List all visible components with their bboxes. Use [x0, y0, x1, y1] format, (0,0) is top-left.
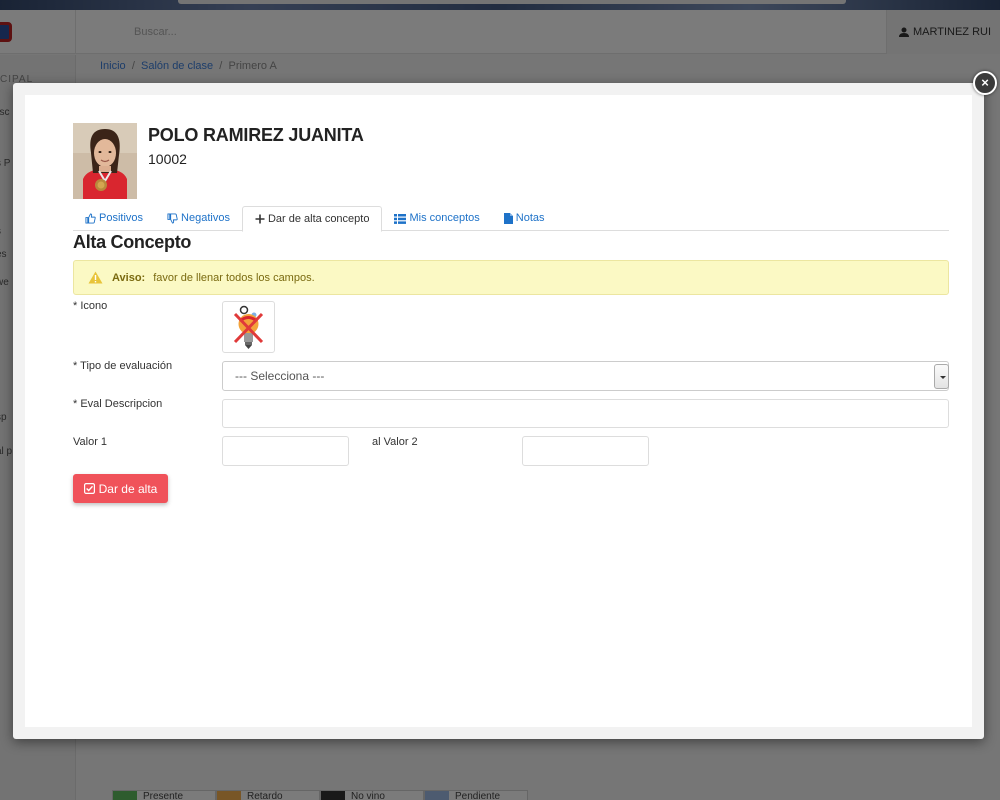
valor1-label: Valor 1: [73, 436, 108, 448]
tab-label: Negativos: [181, 212, 230, 224]
file-icon: [503, 213, 513, 224]
alert-message: favor de llenar todos los campos.: [153, 271, 315, 284]
alert-title: Aviso:: [112, 271, 146, 284]
tipo-evaluacion-select[interactable]: --- Selecciona ---: [222, 361, 949, 391]
valor2-input[interactable]: [522, 436, 649, 466]
thumbs-up-icon: [85, 213, 96, 224]
tab-mis-conceptos[interactable]: Mis conceptos: [382, 206, 491, 231]
warning-icon: [88, 271, 103, 284]
tab-label: Dar de alta concepto: [267, 212, 370, 225]
plus-icon: [255, 214, 265, 224]
close-icon[interactable]: ×: [973, 71, 997, 95]
icon-picker[interactable]: [222, 301, 275, 353]
tab-negativos[interactable]: Negativos: [155, 206, 242, 231]
warning-alert: Aviso: favor de llenar todos los campos.: [73, 260, 949, 295]
chevron-down-icon[interactable]: [934, 364, 949, 389]
eval-descripcion-label: * Eval Descripcion: [73, 398, 163, 410]
section-title: Alta Concepto: [73, 232, 192, 252]
tab-label: Mis conceptos: [409, 212, 480, 224]
student-id: 10002: [148, 151, 187, 167]
tab-label: Notas: [515, 212, 545, 224]
tab-positivos[interactable]: Positivos: [73, 206, 155, 231]
modal-content: POLO RAMIREZ JUANITA 10002 Positivos Neg…: [25, 95, 972, 727]
thumbs-down-icon: [167, 213, 178, 224]
concept-tabs: Positivos Negativos Dar de alta concepto…: [73, 206, 949, 232]
eval-descripcion-input[interactable]: [222, 399, 949, 428]
tab-dar-de-alta-concepto[interactable]: Dar de alta concepto: [241, 206, 383, 232]
concept-bulb-icon: [233, 305, 264, 349]
check-square-icon: [83, 483, 95, 494]
list-icon: [394, 213, 407, 224]
student-modal: POLO RAMIREZ JUANITA 10002 Positivos Neg…: [13, 83, 984, 739]
tipo-evaluacion-value: --- Selecciona ---: [235, 369, 325, 383]
dar-de-alta-button[interactable]: Dar de alta: [73, 474, 168, 503]
tab-notas[interactable]: Notas: [492, 206, 557, 231]
student-photo-image: [73, 123, 137, 199]
tipo-evaluacion-label: * Tipo de evaluación: [73, 360, 173, 372]
valor2-label: al Valor 2: [372, 436, 418, 448]
icon-label: * Icono: [73, 300, 108, 312]
submit-label: Dar de alta: [98, 481, 158, 496]
student-name: POLO RAMIREZ JUANITA: [148, 125, 364, 145]
student-photo: [73, 123, 137, 199]
tab-label: Positivos: [99, 212, 144, 224]
valor1-input[interactable]: [222, 436, 349, 466]
